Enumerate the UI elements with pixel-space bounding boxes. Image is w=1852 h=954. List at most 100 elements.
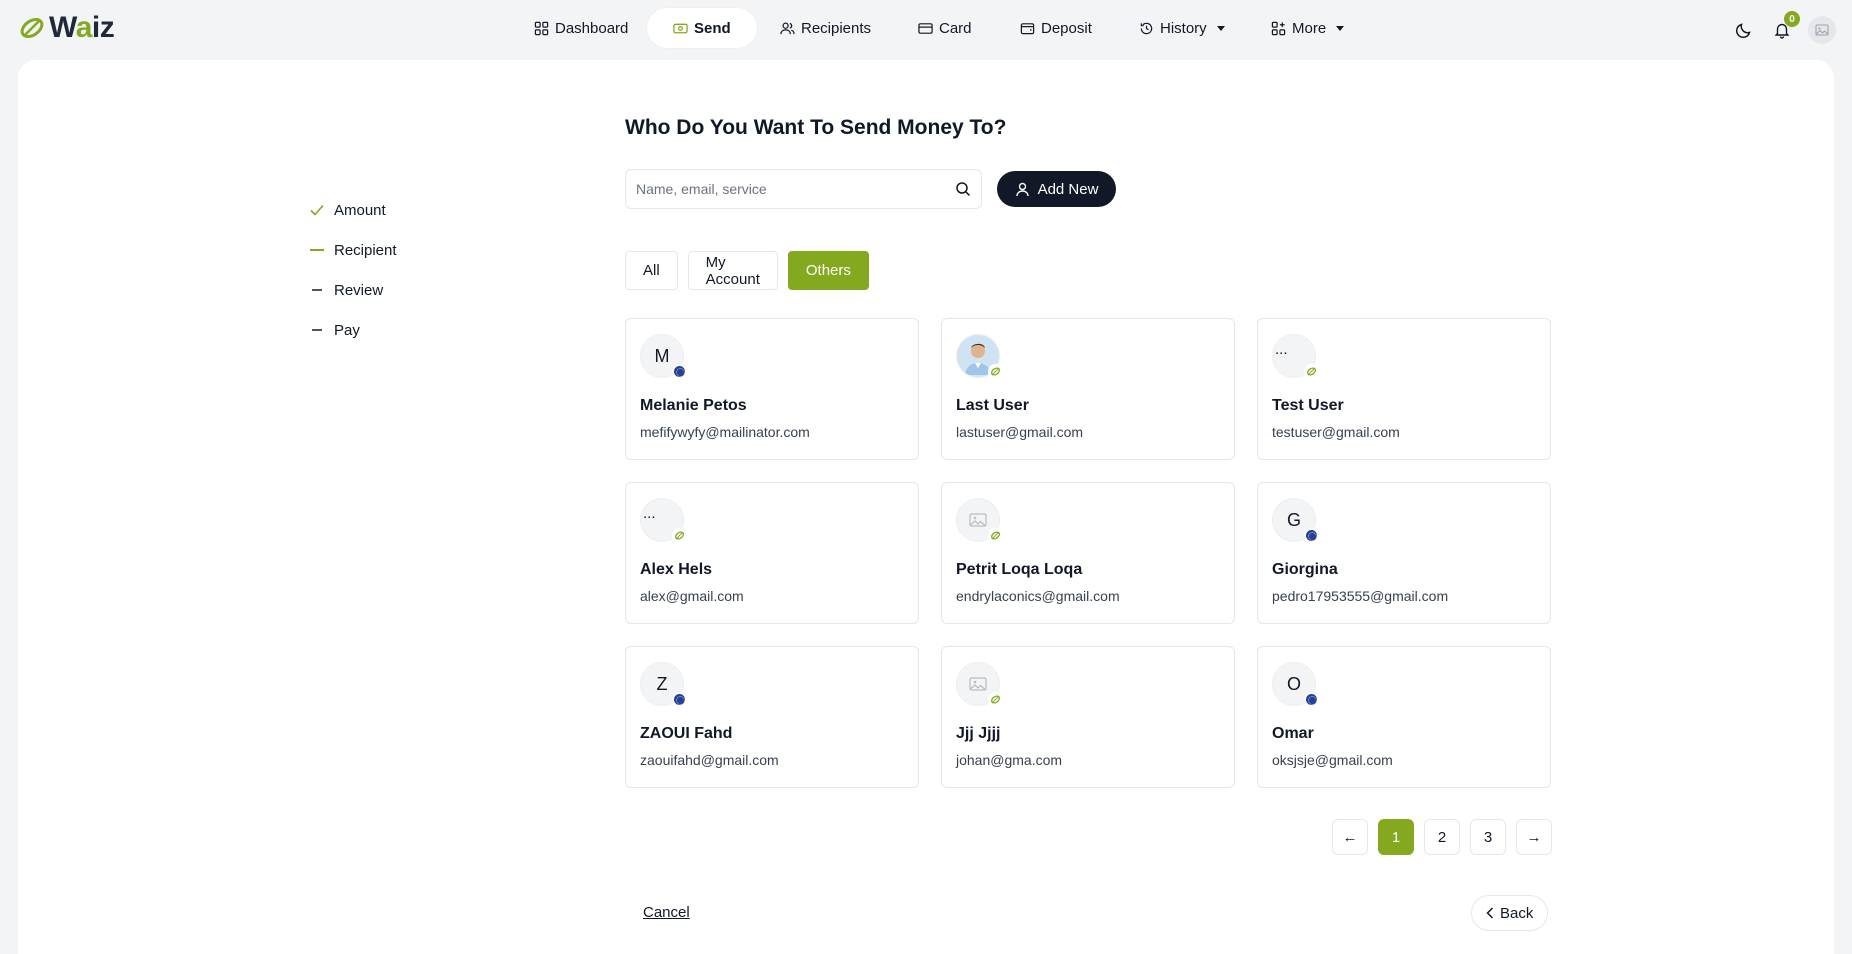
avatar: M [640,334,687,379]
add-new-button[interactable]: Add New [997,171,1116,207]
recipient-email: lastuser@gmail.com [956,424,1084,440]
recipient-card[interactable]: ... Test User testuser@gmail.com [1257,318,1551,460]
eu-flag-icon [1304,528,1319,543]
search-box [625,169,982,209]
recipient-card[interactable]: O Omar oksjsje@gmail.com [1257,646,1551,788]
users-icon [780,22,795,34]
user-avatar[interactable] [1808,16,1836,44]
grid-icon [534,21,549,35]
recipient-name: Melanie Petos [640,397,747,414]
step-recipient: Recipient [310,230,397,270]
arrow-right-icon: → [1526,828,1542,846]
avatar-initial: G [1286,509,1301,530]
avatar: O [1272,662,1319,707]
prev-page-button[interactable]: ← [1332,819,1368,855]
recipient-name: ZAOUI Fahd [640,725,733,742]
chevron-down-icon [1336,25,1345,31]
filter-all[interactable]: All [625,251,678,290]
nav-recipients[interactable]: Recipients [780,8,871,48]
recipient-email: zaouifahd@gmail.com [640,752,779,768]
image-placeholder-icon [969,513,987,527]
recipient-name: Jjj Jjjj [956,725,1001,742]
nav-deposit[interactable]: Deposit [1020,8,1092,48]
waiz-badge-icon [1304,364,1319,379]
nav-history[interactable]: History [1139,8,1225,48]
check-icon [310,204,324,216]
avatar: G [1272,498,1319,543]
nav-recipients-label: Recipients [801,19,872,37]
recipient-card[interactable]: G Giorgina pedro17953555@gmail.com [1257,482,1551,624]
notification-badge: 0 [1784,11,1800,27]
step-label: Recipient [334,241,397,259]
recipient-grid: M Melanie Petos mefifywyfy@mailinator.co… [625,318,1551,788]
step-pay: Pay [310,310,397,350]
pending-step-marker [310,289,324,291]
back-button[interactable]: Back [1471,895,1549,931]
recipient-card[interactable]: Z ZAOUI Fahd zaouifahd@gmail.com [625,646,919,788]
page-button-3[interactable]: 3 [1470,819,1506,855]
dark-mode-toggle[interactable] [1732,18,1756,42]
waiz-badge-icon [988,528,1003,543]
step-label: Pay [334,321,360,339]
eu-flag-icon [1304,692,1319,707]
avatar: ... [640,498,687,543]
nav-card[interactable]: Card [918,8,972,48]
recipient-email: oksjsje@gmail.com [1272,752,1393,768]
waiz-badge-icon [988,364,1003,379]
chevron-left-icon [1486,907,1494,919]
nav-more[interactable]: More [1271,8,1345,48]
search-input[interactable] [636,181,955,197]
step-amount: Amount [310,190,397,230]
chevron-down-icon [1216,25,1225,31]
main-nav: Dashboard Send Recipients Card Deposit H… [0,8,1852,48]
header-actions: 0 [1732,11,1836,44]
wallet-icon [1020,22,1035,34]
avatar: ... [1272,334,1319,379]
back-label: Back [1500,904,1534,922]
recipient-card[interactable]: Petrit Loqa Loqa endrylaconics@gmail.com [941,482,1235,624]
moon-icon [1735,23,1751,39]
step-label: Review [334,281,384,299]
page-button-2[interactable]: 2 [1424,819,1460,855]
avatar-initial: ... [1275,341,1288,358]
recipient-email: alex@gmail.com [640,588,744,604]
filter-my-account[interactable]: My Account [687,251,778,290]
pagination: ← 1 2 3 → [1332,819,1552,855]
filter-others[interactable]: Others [787,251,869,290]
nav-dashboard-label: Dashboard [555,19,629,37]
avatar [956,334,1003,379]
nav-send-label: Send [694,19,731,37]
recipient-name: Alex Hels [640,561,713,578]
arrow-left-icon: ← [1342,828,1358,846]
page-button-1[interactable]: 1 [1378,819,1414,855]
nav-dashboard[interactable]: Dashboard [534,8,628,48]
money-icon [673,23,688,33]
user-icon [1015,182,1029,196]
image-placeholder-icon [1815,24,1829,36]
nav-card-label: Card [939,19,972,37]
notifications-button[interactable]: 0 [1770,11,1800,42]
cancel-link[interactable]: Cancel [643,904,690,921]
avatar [956,498,1003,543]
recipient-name: Giorgina [1272,561,1338,578]
send-steps: Amount Recipient Review Pay [310,190,397,350]
nav-send[interactable]: Send [647,8,757,48]
avatar-initial: M [654,345,670,366]
current-step-marker [310,249,324,251]
nav-history-label: History [1160,19,1207,37]
recipient-card[interactable]: ... Alex Hels alex@gmail.com [625,482,919,624]
search-icon[interactable] [955,181,971,197]
eu-flag-icon [672,692,687,707]
step-label: Amount [334,201,386,219]
next-page-button[interactable]: → [1516,819,1552,855]
avatar-initial: ... [643,505,656,522]
avatar [956,662,1003,707]
recipient-email: testuser@gmail.com [1272,424,1400,440]
waiz-badge-icon [988,692,1003,707]
recipient-card[interactable]: Last User lastuser@gmail.com [941,318,1235,460]
recipient-email: mefifywyfy@mailinator.com [640,424,810,440]
recipient-card[interactable]: M Melanie Petos mefifywyfy@mailinator.co… [625,318,919,460]
top-navbar: Waiz Dashboard Send Recipients Card Depo… [0,0,1852,56]
add-new-label: Add New [1037,180,1099,198]
recipient-card[interactable]: Jjj Jjjj johan@gma.com [941,646,1235,788]
